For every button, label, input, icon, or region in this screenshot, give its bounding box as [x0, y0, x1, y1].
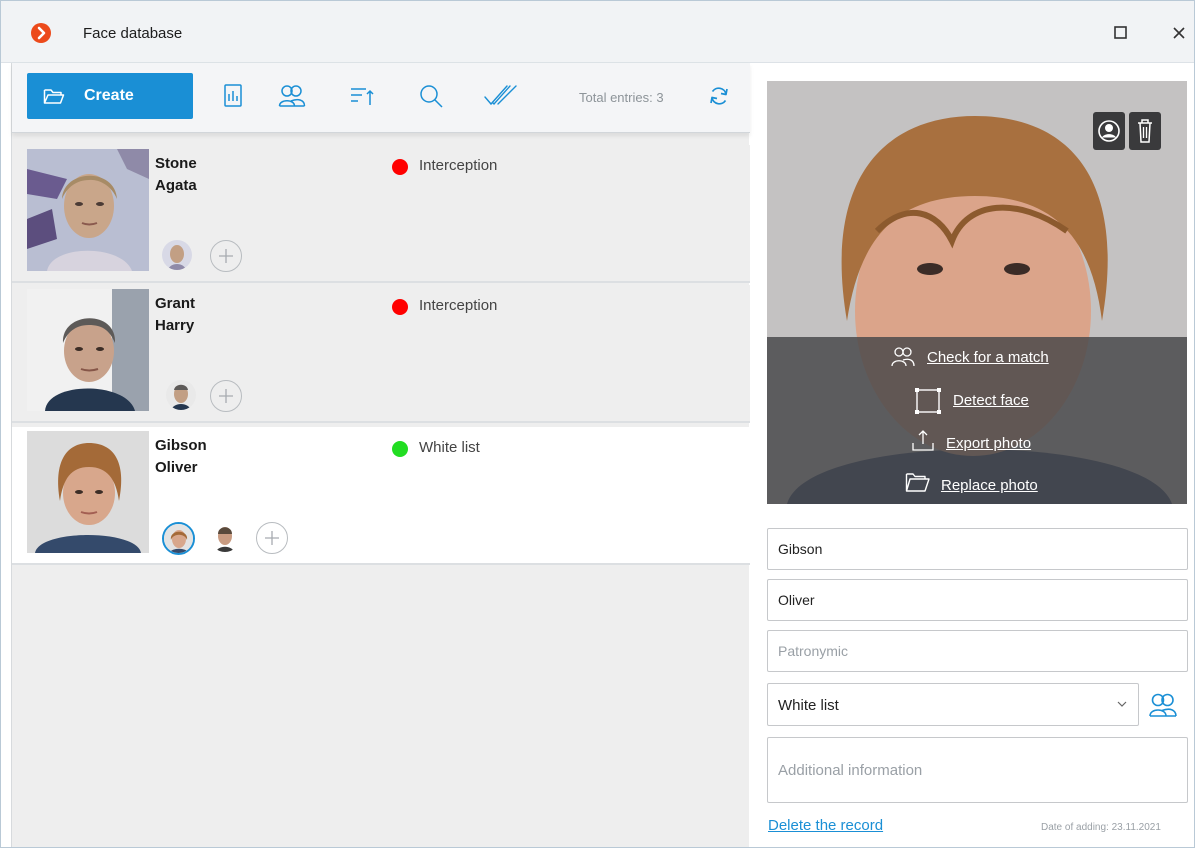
- list-select[interactable]: White list: [767, 683, 1139, 726]
- export-photo-link[interactable]: Export photo: [946, 435, 1031, 452]
- avatar[interactable]: [166, 380, 196, 410]
- user-circle-icon: [1098, 120, 1120, 142]
- delete-record-link[interactable]: Delete the record: [768, 817, 883, 834]
- list-select-value: White list: [778, 697, 839, 714]
- plus-icon: [219, 249, 233, 263]
- add-photo-button[interactable]: [256, 522, 288, 554]
- first-name-field[interactable]: Oliver: [767, 579, 1188, 621]
- record-surname: Grant: [155, 295, 196, 312]
- total-entries: Total entries: 3: [579, 90, 664, 105]
- list-item[interactable]: Gibson Oliver White list: [12, 427, 750, 565]
- refresh-button[interactable]: [708, 85, 730, 107]
- report-button[interactable]: [220, 83, 246, 109]
- trash-icon: [1138, 119, 1152, 143]
- groups-button[interactable]: [278, 83, 306, 109]
- groups-icon: [891, 347, 915, 367]
- chevron-down-icon: [1117, 701, 1127, 707]
- record-photo: [27, 431, 149, 553]
- detect-face-icon: [915, 388, 941, 414]
- close-button[interactable]: [1165, 19, 1193, 47]
- plus-icon: [219, 389, 233, 403]
- face-photo: Check for a match Detect face Export pho…: [767, 81, 1187, 504]
- photo-actions-overlay: Check for a match Detect face Export pho…: [767, 337, 1187, 504]
- avatar[interactable]: [162, 522, 195, 555]
- replace-photo-link[interactable]: Replace photo: [941, 477, 1038, 494]
- records-pane: Create Total entries: 3 Stone Agata Inte…: [11, 63, 750, 847]
- app-logo-icon: [31, 23, 51, 43]
- search-icon: [420, 85, 443, 108]
- groups-icon: [278, 85, 306, 107]
- refresh-icon: [710, 87, 728, 105]
- delete-photo-button[interactable]: [1129, 112, 1161, 150]
- record-first-name: Agata: [155, 177, 197, 194]
- search-button[interactable]: [418, 83, 444, 109]
- list-item[interactable]: Stone Agata Interception: [12, 145, 750, 283]
- record-photo: [27, 289, 149, 411]
- folder-open-icon: [43, 89, 65, 104]
- plus-icon: [265, 531, 279, 545]
- record-surname: Stone: [155, 155, 197, 172]
- status-dot: [392, 299, 408, 315]
- record-status: White list: [419, 439, 480, 456]
- sort-button[interactable]: [349, 83, 375, 109]
- export-icon: [912, 430, 934, 451]
- detect-face-link[interactable]: Detect face: [953, 392, 1029, 409]
- square-maximize-icon: [1114, 26, 1127, 39]
- status-dot: [392, 441, 408, 457]
- record-first-name: Oliver: [155, 459, 198, 476]
- add-photo-button[interactable]: [210, 240, 242, 272]
- groups-icon: [1149, 693, 1177, 717]
- records-toolbar: Create Total entries: 3: [12, 63, 750, 133]
- report-icon: [224, 84, 242, 107]
- face-database-window: Face database Create Total entries: 3 St…: [0, 0, 1195, 848]
- avatar-set-button[interactable]: [1093, 112, 1125, 150]
- record-first-name: Harry: [155, 317, 195, 334]
- folder-open-icon: [905, 473, 930, 492]
- groups-button[interactable]: [1148, 691, 1178, 719]
- record-status: Interception: [419, 157, 498, 174]
- check-all-icon: [484, 85, 517, 106]
- record-surname: Gibson: [155, 437, 207, 454]
- record-photo: [27, 149, 149, 271]
- title-bar: Face database: [1, 1, 1194, 63]
- status-dot: [392, 159, 408, 175]
- avatar[interactable]: [162, 240, 192, 270]
- check-all-button[interactable]: [483, 83, 521, 109]
- date-added: Date of adding: 23.11.2021: [1041, 822, 1161, 833]
- patronymic-field[interactable]: Patronymic: [767, 630, 1188, 672]
- maximize-button[interactable]: [1107, 19, 1135, 47]
- add-photo-button[interactable]: [210, 380, 242, 412]
- create-button[interactable]: Create: [27, 73, 193, 119]
- sort-icon: [351, 88, 374, 105]
- avatar[interactable]: [210, 522, 240, 552]
- create-label: Create: [84, 87, 134, 104]
- close-x-icon: [1173, 27, 1185, 39]
- additional-info-field[interactable]: Additional information: [767, 737, 1188, 803]
- check-match-link[interactable]: Check for a match: [927, 349, 1049, 366]
- record-status: Interception: [419, 297, 498, 314]
- window-title: Face database: [83, 25, 183, 42]
- surname-field[interactable]: Gibson: [767, 528, 1188, 570]
- list-item[interactable]: Grant Harry Interception: [12, 285, 750, 423]
